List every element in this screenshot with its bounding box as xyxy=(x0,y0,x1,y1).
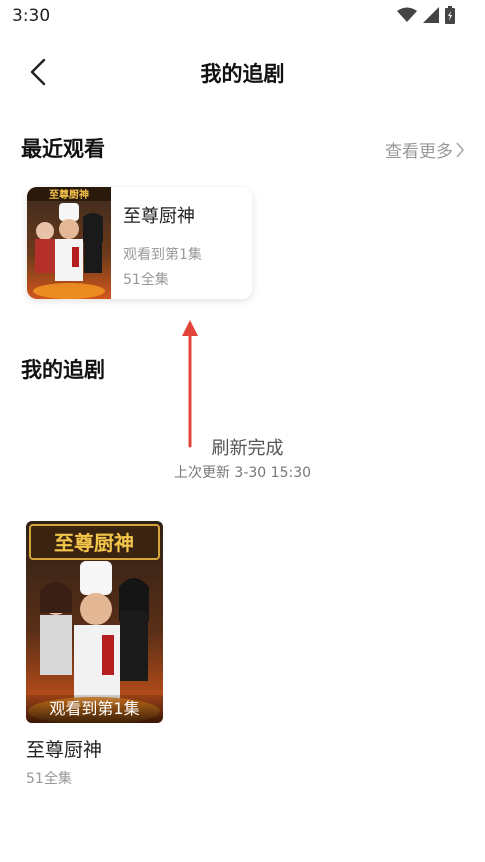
poster-image: 至尊厨神 xyxy=(27,187,111,299)
wifi-icon xyxy=(397,7,417,22)
following-drama-progress: 观看到第1集 xyxy=(26,695,163,723)
page-title: 我的追剧 xyxy=(200,62,285,86)
recent-drama-episodes: 51全集 xyxy=(123,272,169,288)
status-bar: 3:30 xyxy=(0,0,485,34)
status-time: 3:30 xyxy=(12,6,51,26)
recent-section-title: 最近观看 xyxy=(21,137,105,161)
refresh-last-update: 上次更新 3-30 15:30 xyxy=(173,465,312,481)
recent-drama-card[interactable]: 至尊厨神 至尊厨神 观看到第1集 51全集 xyxy=(27,187,252,299)
nav-bar: 我的追剧 xyxy=(0,50,485,94)
chevron-right-icon xyxy=(456,141,465,158)
following-drama-poster: 至尊厨神 观看到第1集 xyxy=(26,521,163,723)
recent-drama-progress: 观看到第1集 xyxy=(123,247,202,263)
following-drama-episodes: 51全集 xyxy=(26,771,72,787)
poster-title-text: 至尊厨神 xyxy=(54,531,134,555)
see-more-label: 查看更多 xyxy=(385,142,453,162)
poster-title-text: 至尊厨神 xyxy=(49,188,89,201)
see-more-link[interactable]: 查看更多 xyxy=(385,137,465,162)
following-section-title: 我的追剧 xyxy=(21,358,105,382)
recent-drama-name: 至尊厨神 xyxy=(123,206,195,227)
recent-drama-poster: 至尊厨神 xyxy=(27,187,111,299)
signal-icon xyxy=(423,7,439,23)
following-drama-name: 至尊厨神 xyxy=(26,739,103,761)
arrow-up-annotation xyxy=(182,320,198,448)
status-icons xyxy=(397,6,455,24)
following-drama-card[interactable]: 至尊厨神 观看到第1集 至尊厨神 51全集 xyxy=(26,521,163,788)
refresh-status: 刷新完成 xyxy=(211,438,284,459)
battery-icon xyxy=(445,6,455,24)
poster-image: 至尊厨神 xyxy=(26,521,163,723)
